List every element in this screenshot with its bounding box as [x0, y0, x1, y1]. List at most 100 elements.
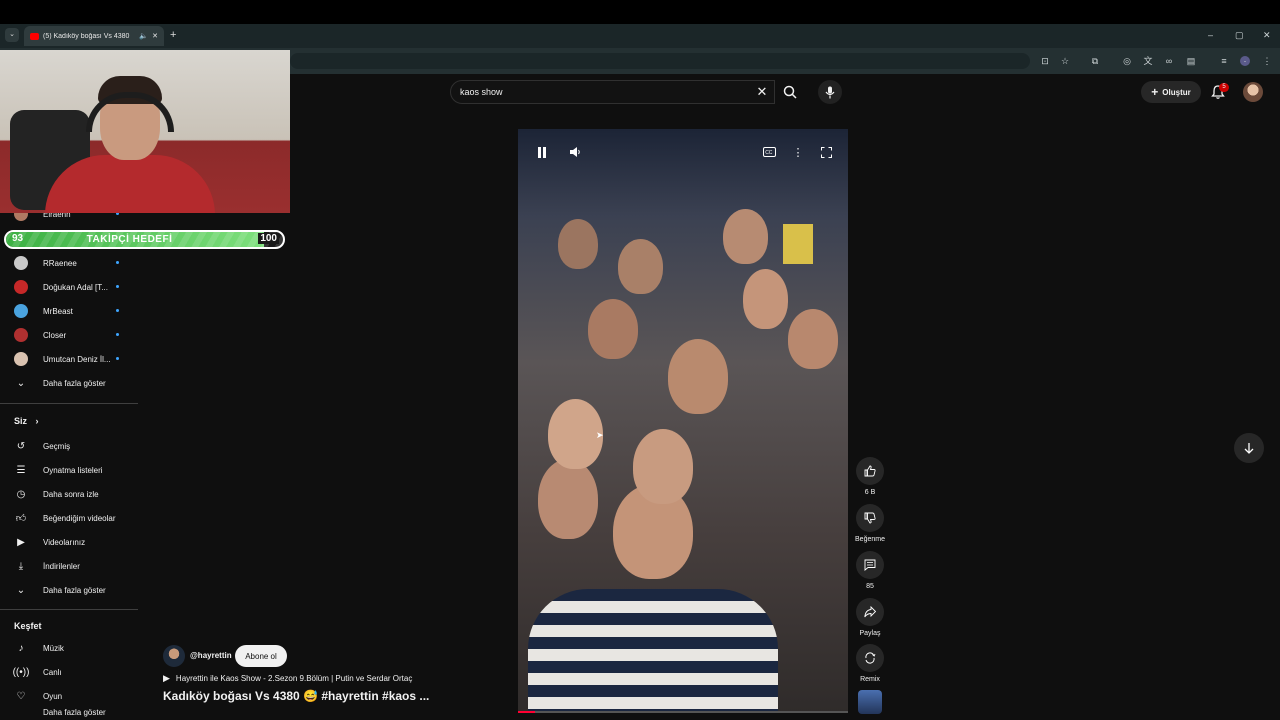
- sidebar-item-label: Umutcan Deniz İl...: [43, 354, 111, 364]
- audience-face: [548, 399, 603, 469]
- chevron-right-icon: ›: [35, 416, 39, 426]
- volume-button[interactable]: [566, 143, 584, 161]
- next-video-button[interactable]: [1234, 433, 1264, 463]
- show-more-subscriptions[interactable]: ⌄ Daha fazla göster: [0, 371, 138, 395]
- captions-icon: CC: [762, 147, 776, 157]
- playlist-title: Hayrettin ile Kaos Show - 2.Sezon 9.Bölü…: [175, 674, 413, 683]
- restore-button[interactable]: ▢: [1235, 30, 1244, 41]
- profile-icon[interactable]: ·: [1240, 56, 1250, 66]
- sidebar-item-watch-later[interactable]: ◷ Daha sonra izle: [0, 482, 138, 506]
- channel-avatar: [14, 256, 28, 270]
- gaming-icon: ♡: [16, 690, 26, 702]
- audience-face: [743, 269, 788, 329]
- sound-thumbnail[interactable]: [858, 690, 882, 714]
- new-content-dot: [116, 285, 119, 288]
- tab-close-icon[interactable]: ✕: [152, 32, 158, 40]
- audience-face: [788, 309, 838, 369]
- audience-face: [723, 209, 768, 264]
- video-progress-track[interactable]: [518, 711, 848, 713]
- sidebar-item-label: MrBeast: [43, 306, 73, 316]
- create-button[interactable]: + Oluştur: [1141, 81, 1201, 103]
- media-icon[interactable]: ≡: [1219, 56, 1229, 66]
- you-section-title[interactable]: Siz ›: [14, 416, 39, 426]
- channel-name[interactable]: @hayrettin: [190, 651, 232, 660]
- tab-strip: [0, 24, 1280, 48]
- live-icon: ((•)): [12, 666, 30, 678]
- sidebar-item-label: Beğendiğim videolar: [43, 513, 116, 523]
- more-options-icon[interactable]: ⋮: [789, 143, 807, 161]
- mouse-cursor-icon: ➤: [596, 430, 604, 440]
- sidebar-item-label: Geçmiş: [43, 441, 71, 451]
- subscribe-button[interactable]: Abone ol: [235, 645, 287, 667]
- explore-section-title: Keşfet: [14, 621, 42, 631]
- link-icon[interactable]: ∞: [1164, 56, 1174, 66]
- sidebar-item-downloads[interactable]: ⤓ İndirilenler: [0, 554, 138, 578]
- extensions-icon[interactable]: ⧉: [1090, 56, 1100, 66]
- remix-icon: [865, 652, 876, 664]
- remix-button[interactable]: [856, 644, 884, 672]
- divider: [0, 403, 138, 404]
- playlist-link[interactable]: ▶ Hayrettin ile Kaos Show - 2.Sezon 9.Bö…: [163, 673, 412, 684]
- captions-button[interactable]: CC: [760, 143, 778, 161]
- sidebar-sub-mrbeast[interactable]: MrBeast: [0, 299, 138, 323]
- dislike-button[interactable]: [856, 504, 884, 532]
- bookmark-star-icon[interactable]: ☆: [1060, 56, 1070, 66]
- svg-text:CC: CC: [765, 150, 773, 156]
- clear-search-icon[interactable]: ✕: [752, 80, 772, 104]
- sidebar-sub-closer[interactable]: Closer: [0, 323, 138, 347]
- extension-1-icon[interactable]: ◎: [1122, 56, 1132, 66]
- sidebar-sub-rraenee[interactable]: RRaenee: [0, 251, 138, 275]
- volume-icon: [570, 147, 580, 157]
- audience-face: [618, 239, 663, 294]
- tab-search-button[interactable]: ⌄: [5, 28, 19, 42]
- pause-button[interactable]: [533, 143, 551, 161]
- show-more-you[interactable]: ⌄ Daha fazla göster: [0, 578, 138, 602]
- comments-button[interactable]: [856, 551, 884, 579]
- shorts-video-player[interactable]: [518, 129, 848, 713]
- audience-face: [633, 429, 693, 504]
- browser-tab[interactable]: (5) Kadıköy boğası Vs 4380 🔈 ✕: [24, 26, 164, 46]
- voice-search-button[interactable]: [818, 80, 842, 104]
- sidebar-item-live[interactable]: ((•)) Canlı: [0, 660, 138, 684]
- sidebar-item-your-videos[interactable]: ▶ Videolarınız: [0, 530, 138, 554]
- sidebar-item-gaming[interactable]: ♡ Oyun: [0, 684, 138, 708]
- channel-avatar: [14, 328, 28, 342]
- user-avatar[interactable]: [1243, 82, 1263, 102]
- sidebar-sub-dogukan[interactable]: Doğukan Adal [T...: [0, 275, 138, 299]
- chrome-menu-icon[interactable]: ⋮: [1262, 56, 1272, 66]
- url-field[interactable]: [290, 53, 1030, 69]
- arrow-down-icon: [1244, 443, 1254, 454]
- video-title: Kadıköy boğası Vs 4380 😅 #hayrettin #kao…: [163, 689, 430, 703]
- share-icon: [864, 606, 876, 618]
- webcam-overlay: [0, 50, 290, 213]
- translate-icon[interactable]: 文: [1143, 56, 1153, 66]
- sidepanel-icon[interactable]: ▤: [1186, 56, 1196, 66]
- search-input[interactable]: kaos show: [450, 80, 775, 104]
- sidebar-sub-umutcan[interactable]: Umutcan Deniz İl...: [0, 347, 138, 371]
- play-icon: ▶: [163, 673, 170, 683]
- share-label: Paylaş: [859, 630, 881, 637]
- sidebar-item-liked[interactable]: 👍︎ Beğendiğim videolar: [0, 506, 138, 530]
- sidebar-item-history[interactable]: ↺ Geçmiş: [0, 434, 138, 458]
- install-icon[interactable]: ⊡: [1040, 56, 1050, 66]
- new-tab-button[interactable]: +: [170, 29, 176, 41]
- sidebar-item-label: Müzik: [43, 643, 64, 653]
- minimize-button[interactable]: –: [1208, 30, 1213, 40]
- sidebar-item-playlists[interactable]: ☰ Oynatma listeleri: [0, 458, 138, 482]
- sidebar-item-music[interactable]: ♪ Müzik: [0, 636, 138, 660]
- liked-icon: 👍︎: [15, 513, 27, 524]
- divider: [0, 609, 138, 610]
- new-content-dot: [116, 357, 119, 360]
- tab-audio-icon[interactable]: 🔈: [139, 32, 148, 40]
- show-more-explore[interactable]: Daha fazla göster: [0, 708, 138, 720]
- channel-avatar[interactable]: [163, 645, 185, 667]
- share-button[interactable]: [856, 598, 884, 626]
- thumbs-down-icon: [864, 512, 876, 524]
- close-window-button[interactable]: ✕: [1263, 30, 1271, 41]
- your-videos-icon: ▶: [17, 536, 25, 548]
- like-button[interactable]: [856, 457, 884, 485]
- like-count: 6 B: [864, 489, 876, 496]
- section-label: Siz: [14, 416, 28, 426]
- fullscreen-button[interactable]: [817, 143, 835, 161]
- search-button[interactable]: [775, 80, 805, 104]
